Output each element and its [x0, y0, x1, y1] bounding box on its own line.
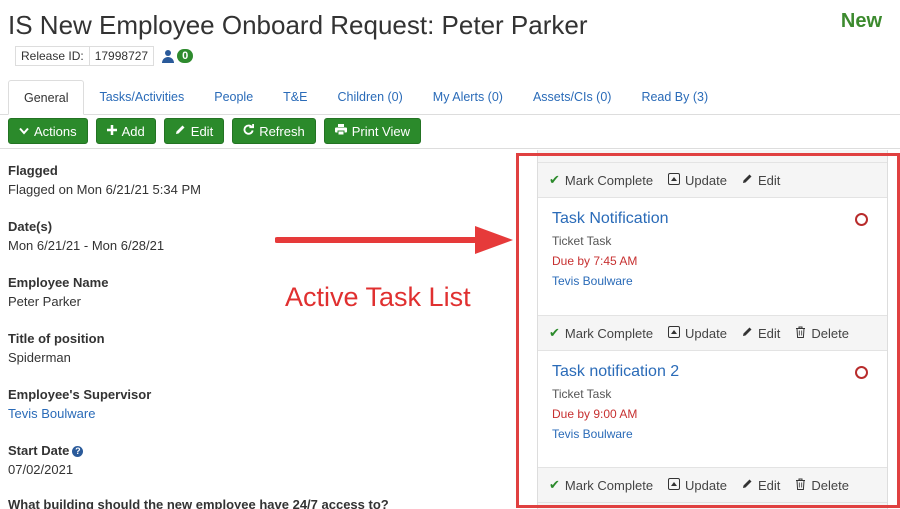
- tab-assets-cis[interactable]: Assets/CIs (0): [518, 80, 627, 115]
- tab-people[interactable]: People: [199, 80, 268, 115]
- refresh-button[interactable]: Refresh: [232, 118, 316, 144]
- toolbar: Actions Add Edit Refresh Print View: [8, 118, 422, 144]
- annotation-highlight-box: [516, 153, 900, 508]
- field-label-wrap: Start Date?: [8, 443, 488, 458]
- tab-tasks-activities[interactable]: Tasks/Activities: [84, 80, 199, 115]
- print-view-button-label: Print View: [351, 123, 411, 139]
- page-title: IS New Employee Onboard Request: Peter P…: [8, 10, 588, 40]
- tab-t-and-e[interactable]: T&E: [268, 80, 322, 115]
- general-fields: Flagged Flagged on Mon 6/21/21 5:34 PM D…: [8, 163, 488, 499]
- field-label: Title of position: [8, 331, 105, 346]
- annotation-arrow-icon: [275, 226, 513, 254]
- field-value: 07/02/2021: [8, 462, 74, 477]
- tab-my-alerts[interactable]: My Alerts (0): [418, 80, 518, 115]
- tab-children[interactable]: Children (0): [322, 80, 417, 115]
- release-id-label: Release ID:: [15, 46, 90, 66]
- actions-button[interactable]: Actions: [8, 118, 88, 144]
- field-flagged: Flagged Flagged on Mon 6/21/21 5:34 PM: [8, 163, 488, 219]
- refresh-button-label: Refresh: [259, 123, 305, 139]
- plus-icon: [106, 124, 117, 138]
- actions-button-label: Actions: [34, 123, 77, 139]
- field-title-of-position: Title of position Spiderman: [8, 331, 488, 387]
- field-supervisor: Employee's Supervisor Tevis Boulware: [8, 387, 488, 443]
- field-value: Spiderman: [8, 350, 71, 365]
- field-label: Employee's Supervisor: [8, 387, 152, 402]
- help-icon[interactable]: ?: [72, 446, 84, 457]
- add-button-label: Add: [121, 123, 145, 139]
- refresh-icon: [243, 124, 255, 138]
- release-id-value: 17998727: [89, 46, 155, 66]
- print-view-button[interactable]: Print View: [323, 118, 422, 144]
- release-info: Release ID: 17998727 0: [15, 46, 194, 66]
- status-label: New: [840, 10, 882, 32]
- edit-button[interactable]: Edit: [163, 118, 225, 144]
- toolbar-divider: [0, 148, 900, 149]
- printer-icon: [334, 124, 347, 138]
- field-start-date: Start Date? 07/02/2021: [8, 443, 488, 499]
- field-value: Flagged on Mon 6/21/21 5:34 PM: [8, 182, 201, 197]
- pencil-icon: [175, 124, 186, 138]
- people-icon[interactable]: [162, 49, 175, 63]
- chevron-down-icon: [19, 124, 29, 138]
- field-label: Start Date: [8, 443, 70, 458]
- tab-read-by[interactable]: Read By (3): [626, 80, 723, 115]
- annotation-label: Active Task List: [285, 282, 471, 312]
- field-label: Flagged: [8, 163, 58, 178]
- building-access-question: What building should the new employee ha…: [8, 497, 389, 509]
- edit-button-label: Edit: [190, 123, 214, 139]
- add-button[interactable]: Add: [95, 118, 156, 144]
- people-count-badge[interactable]: 0: [177, 49, 194, 63]
- tab-bar: General Tasks/Activities People T&E Chil…: [8, 80, 900, 115]
- supervisor-link[interactable]: Tevis Boulware: [8, 406, 488, 421]
- tab-general[interactable]: General: [8, 80, 85, 115]
